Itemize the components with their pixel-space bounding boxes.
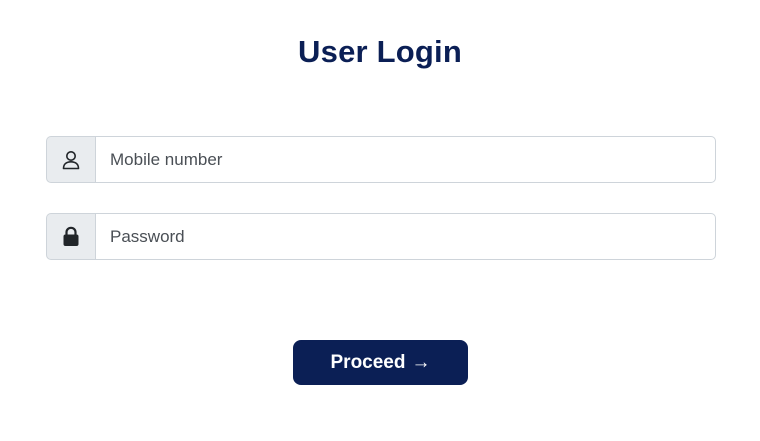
proceed-button-label: Proceed — [330, 351, 406, 373]
page-title: User Login — [298, 34, 462, 69]
user-icon — [62, 150, 80, 169]
password-addon — [46, 213, 95, 260]
password-input[interactable] — [95, 213, 716, 260]
mobile-addon — [46, 136, 95, 183]
password-input-group — [46, 213, 716, 260]
proceed-button[interactable]: Proceed → — [293, 340, 468, 385]
mobile-number-input[interactable] — [95, 136, 716, 183]
lock-icon — [63, 226, 79, 246]
login-page: User Login Proceed → — [0, 0, 760, 441]
mobile-input-group — [46, 136, 716, 183]
arrow-right-icon: → — [411, 352, 431, 373]
